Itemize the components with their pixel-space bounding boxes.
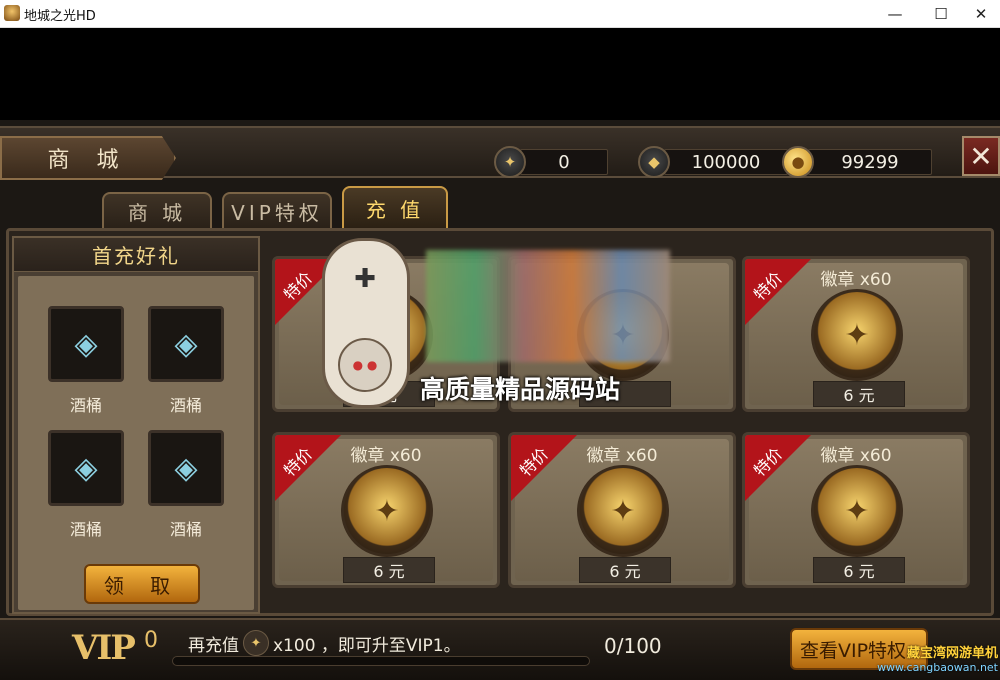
gamepad-buttons-icon: ● ● xyxy=(338,338,392,392)
vip-bar: VIP 0 再充值 ✦ x100 ，即可升至VIP1。 0/100 查看VIP特… xyxy=(0,618,1000,680)
site-watermark-title: 藏宝湾网游单机 xyxy=(906,646,998,661)
claim-button[interactable]: 领 取 xyxy=(84,564,200,604)
vip-progress-bar xyxy=(172,656,590,666)
barrel-icon: ◈ xyxy=(74,450,98,486)
reward-slot[interactable]: ◈ xyxy=(148,306,224,382)
reward-label: 酒桶 xyxy=(69,520,102,539)
vip-logo: VIP xyxy=(72,628,136,668)
window-titlebar: 地城之光HD — ☐ ✕ xyxy=(0,0,1000,28)
first-charge-panel: 首充好礼 ◈ 酒桶 ◈ 酒桶 ◈ 酒桶 ◈ 酒桶 领 取 xyxy=(12,236,260,614)
watermark-text: 高质量精品源码站 xyxy=(420,375,621,404)
reward-label: 酒桶 xyxy=(169,520,202,539)
product-card[interactable]: 徽章 x60 ✦ 6 元 特价 xyxy=(272,432,500,588)
dpad-icon: ✚ xyxy=(354,264,376,294)
currency-value: 100000 xyxy=(664,149,788,175)
shop-title: 商 城 xyxy=(0,136,176,180)
barrel-icon: ◈ xyxy=(74,326,98,362)
product-price: 6 元 xyxy=(579,557,671,583)
game-area: 商 城 ✦ 0 ◆ 100000 ● 99299 ✕ 商 城 VIP特权 充 值… xyxy=(0,120,1000,680)
product-price: 6 元 xyxy=(813,557,905,583)
badge-chest-icon: ✦ xyxy=(811,289,903,381)
diamond-emblem-icon: ✦ xyxy=(494,146,526,178)
product-price: 6 元 xyxy=(343,557,435,583)
currency-value: 0 xyxy=(520,149,608,175)
currency-crystal: ◆ 100000 xyxy=(638,146,788,178)
site-watermark-url: www.cangbaowan.net xyxy=(877,661,998,674)
currency-gold: ● 99299 xyxy=(782,146,932,178)
vip-progress-text: 0/100 xyxy=(604,634,662,658)
product-price: 6 元 xyxy=(813,381,905,407)
badge-chest-icon: ✦ xyxy=(341,465,433,557)
gold-coins-icon: ● xyxy=(782,146,814,178)
vip-level: 0 xyxy=(144,628,158,653)
product-card[interactable]: 徽章 x60 ✦ 6 元 特价 xyxy=(742,256,970,412)
product-card[interactable]: 徽章 x60 ✦ 6 元 特价 xyxy=(742,432,970,588)
gold-chest-icon: ✦ xyxy=(811,465,903,557)
reward-slot[interactable]: ◈ xyxy=(48,306,124,382)
window-title: 地城之光HD xyxy=(24,9,96,24)
barrel-icon: ◈ xyxy=(174,326,198,362)
close-window-button[interactable]: ✕ xyxy=(958,0,1000,28)
tab-recharge[interactable]: 充 值 xyxy=(342,186,448,228)
first-charge-body: ◈ 酒桶 ◈ 酒桶 ◈ 酒桶 ◈ 酒桶 领 取 xyxy=(18,276,254,610)
reward-label: 酒桶 xyxy=(169,396,202,415)
tab-shop[interactable]: 商 城 xyxy=(102,192,212,228)
app-icon xyxy=(4,5,20,21)
tab-vip-privileges[interactable]: VIP特权 xyxy=(222,192,332,228)
minimize-button[interactable]: — xyxy=(872,0,918,28)
reward-label: 酒桶 xyxy=(69,396,102,415)
barrel-icon: ◈ xyxy=(174,450,198,486)
reward-slot[interactable]: ◈ xyxy=(148,430,224,506)
vip-hint: 再充值 ✦ x100 ，即可升至VIP1。 xyxy=(188,630,461,656)
blurred-watermark-region xyxy=(426,250,670,362)
reward-slot[interactable]: ◈ xyxy=(48,430,124,506)
currency-emblem: ✦ 0 xyxy=(494,146,608,178)
diamond-emblem-icon: ✦ xyxy=(243,630,269,656)
treasure-chest-icon: ✦ xyxy=(577,465,669,557)
close-shop-button[interactable]: ✕ xyxy=(962,136,1000,176)
first-charge-title: 首充好礼 xyxy=(14,238,258,272)
site-watermark: 藏宝湾网游单机 www.cangbaowan.net xyxy=(858,642,998,674)
hint-prefix: 再充值 xyxy=(188,635,239,656)
crystal-icon: ◆ xyxy=(638,146,670,178)
hint-suffix: x100 ，即可升至VIP1。 xyxy=(273,635,461,656)
shop-header-bar: 商 城 ✦ 0 ◆ 100000 ● 99299 ✕ xyxy=(0,126,1000,180)
product-card[interactable]: 徽章 x60 ✦ 6 元 特价 xyxy=(508,432,736,588)
currency-value: 99299 xyxy=(808,149,932,175)
